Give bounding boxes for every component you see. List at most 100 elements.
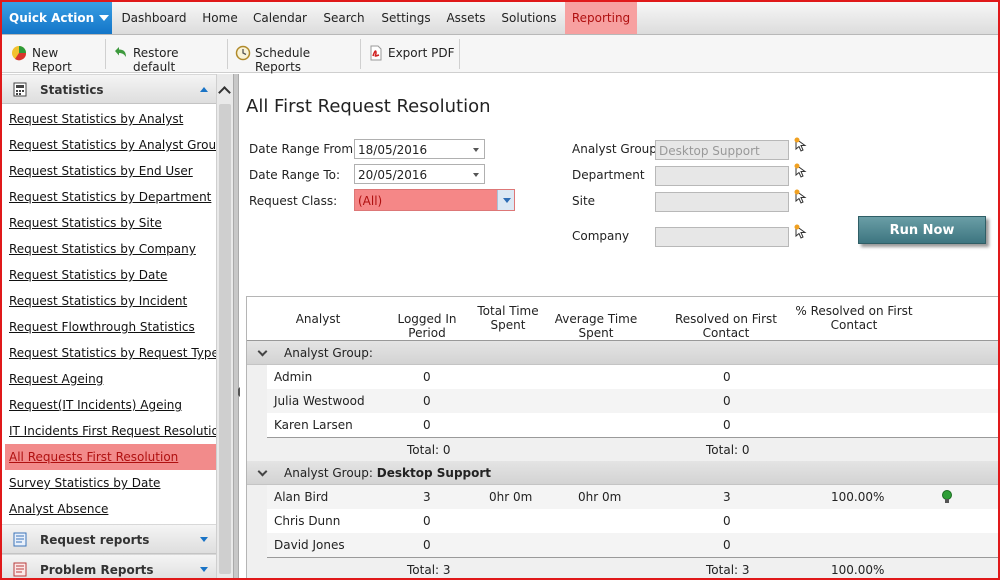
export-pdf-label: Export PDF	[388, 46, 455, 60]
picker-cursor-icon[interactable]	[793, 224, 809, 240]
nav-reporting[interactable]: Reporting	[565, 2, 637, 34]
column-header-analyst[interactable]: Analyst	[267, 312, 369, 326]
report-link-statistics-by-analyst[interactable]: Request Statistics by Analyst	[5, 106, 216, 132]
column-header-resolved-first-contact[interactable]: Resolved on First Contact	[655, 312, 797, 340]
nav-home[interactable]: Home	[195, 2, 245, 34]
section-problem-reports[interactable]: Problem Reports	[2, 554, 216, 578]
sidebar-scrollbar[interactable]	[216, 74, 233, 578]
section-request-reports[interactable]: Request reports	[2, 524, 216, 554]
column-header-logged-in-period[interactable]: Logged In Period	[377, 312, 477, 340]
table-row[interactable]: Julia Westwood 0 0	[267, 389, 998, 413]
restore-default-button[interactable]: Restore default	[112, 41, 224, 74]
picker-cursor-icon[interactable]	[793, 189, 809, 205]
table-row[interactable]: Admin 0 0	[267, 365, 998, 389]
table-row[interactable]: Karen Larsen 0 0	[267, 413, 998, 437]
cell-resolved: 0	[723, 418, 731, 432]
export-pdf-button[interactable]: Export PDF	[368, 41, 456, 67]
new-report-button[interactable]: New Report	[11, 41, 101, 74]
group-value: Desktop Support	[376, 466, 492, 480]
section-statistics[interactable]: Statistics	[2, 74, 216, 104]
table-row[interactable]: David Jones 0 0	[267, 533, 998, 557]
nav-settings[interactable]: Settings	[375, 2, 437, 34]
total-logged: Total: 0	[407, 443, 451, 457]
date-from-picker[interactable]: 18/05/2016	[354, 139, 485, 159]
table-row[interactable]: Chris Dunn 0 0	[267, 509, 998, 533]
nav-dashboard[interactable]: Dashboard	[115, 2, 193, 34]
report-link-statistics-by-analyst-group[interactable]: Request Statistics by Analyst Group	[5, 132, 224, 158]
nav-calendar[interactable]: Calendar	[247, 2, 313, 34]
site-field[interactable]	[655, 192, 789, 212]
run-now-button[interactable]: Run Now	[858, 216, 986, 244]
chevron-down-icon[interactable]	[473, 173, 479, 177]
report-link-it-incidents-ageing[interactable]: Request(IT Incidents) Ageing	[5, 392, 216, 418]
report-link-survey-statistics-by-date[interactable]: Survey Statistics by Date	[5, 470, 216, 496]
report-link-statistics-by-end-user[interactable]: Request Statistics by End User	[5, 158, 216, 184]
report-link-statistics-by-site[interactable]: Request Statistics by Site	[5, 210, 216, 236]
group-label: Analyst Group:	[284, 466, 373, 480]
report-link-it-incidents-first-resolution[interactable]: IT Incidents First Request Resolution	[5, 418, 226, 444]
company-field[interactable]	[655, 227, 789, 247]
report-link-all-requests-first-resolution[interactable]: All Requests First Resolution	[5, 444, 216, 470]
report-document-icon	[13, 562, 27, 577]
toolbar-divider	[360, 39, 361, 69]
scrollbar-thumb[interactable]	[219, 104, 231, 574]
report-link-request-ageing[interactable]: Request Ageing	[5, 366, 216, 392]
column-header-total-time-spent[interactable]: Total Time Spent	[475, 304, 541, 332]
group-summary-row: Total: 0 Total: 0	[267, 437, 998, 461]
collapse-chevron-icon[interactable]	[257, 466, 268, 477]
cell-resolved: 0	[723, 514, 731, 528]
calculator-icon	[13, 82, 27, 97]
group-indent	[247, 485, 267, 578]
toolbar-divider	[459, 39, 460, 69]
section-problem-reports-label: Problem Reports	[40, 563, 154, 577]
table-row[interactable]: Alan Bird 3 0hr 0m 0hr 0m 3 100.00%	[267, 485, 998, 509]
report-link-statistics-by-company[interactable]: Request Statistics by Company	[5, 236, 216, 262]
report-link-analyst-absence[interactable]: Analyst Absence	[5, 496, 216, 522]
group-row[interactable]: Analyst Group: Desktop Support	[247, 461, 998, 485]
schedule-reports-button[interactable]: Schedule Reports	[235, 41, 357, 74]
department-field[interactable]	[655, 166, 789, 186]
report-content: All First Request Resolution Date Range …	[240, 74, 998, 578]
cell-logged: 0	[423, 538, 431, 552]
cell-logged: 0	[423, 394, 431, 408]
dropdown-button[interactable]	[497, 190, 514, 210]
report-link-flowthrough-statistics[interactable]: Request Flowthrough Statistics	[5, 314, 216, 340]
chevron-down-icon	[99, 15, 110, 21]
report-link-statistics-by-incident[interactable]: Request Statistics by Incident	[5, 288, 216, 314]
column-header-average-time-spent[interactable]: Average Time Spent	[539, 312, 653, 340]
report-document-icon	[13, 532, 27, 547]
request-class-select[interactable]: (All)	[354, 189, 515, 211]
group-row[interactable]: Analyst Group:	[247, 341, 998, 365]
app-window: Quick Action Dashboard Home Calendar Sea…	[0, 0, 1000, 580]
toolbar-divider	[105, 39, 106, 69]
panel-splitter[interactable]	[233, 74, 241, 578]
collapse-chevron-icon[interactable]	[257, 346, 268, 357]
green-indicator-icon	[942, 490, 952, 503]
cell-logged: 0	[423, 514, 431, 528]
chevron-up-icon	[200, 87, 208, 92]
report-link-statistics-by-department[interactable]: Request Statistics by Department	[5, 184, 216, 210]
quick-action-button[interactable]: Quick Action	[2, 2, 112, 34]
chevron-down-icon	[200, 567, 208, 572]
analyst-group-field[interactable]: Desktop Support	[655, 140, 789, 160]
column-header-percent-resolved[interactable]: % Resolved on First Contact	[792, 304, 916, 332]
scroll-up-icon[interactable]	[218, 86, 231, 99]
cell-analyst: Admin	[274, 370, 313, 384]
report-link-statistics-by-request-type[interactable]: Request Statistics by Request Type	[5, 340, 219, 366]
date-to-picker[interactable]: 20/05/2016	[354, 164, 485, 184]
cell-logged: 3	[423, 490, 431, 504]
picker-cursor-icon[interactable]	[793, 137, 809, 153]
chevron-down-icon[interactable]	[473, 148, 479, 152]
nav-search[interactable]: Search	[315, 2, 373, 34]
date-from-value: 18/05/2016	[358, 143, 428, 157]
cell-percent-resolved: 100.00%	[831, 490, 885, 504]
nav-solutions[interactable]: Solutions	[495, 2, 563, 34]
request-class-value: (All)	[358, 194, 383, 208]
cell-analyst: Julia Westwood	[274, 394, 365, 408]
chevron-down-icon	[503, 198, 511, 203]
report-link-statistics-by-date[interactable]: Request Statistics by Date	[5, 262, 216, 288]
section-statistics-label: Statistics	[40, 83, 104, 97]
picker-cursor-icon[interactable]	[793, 163, 809, 179]
company-label: Company	[572, 229, 630, 243]
nav-assets[interactable]: Assets	[439, 2, 493, 34]
